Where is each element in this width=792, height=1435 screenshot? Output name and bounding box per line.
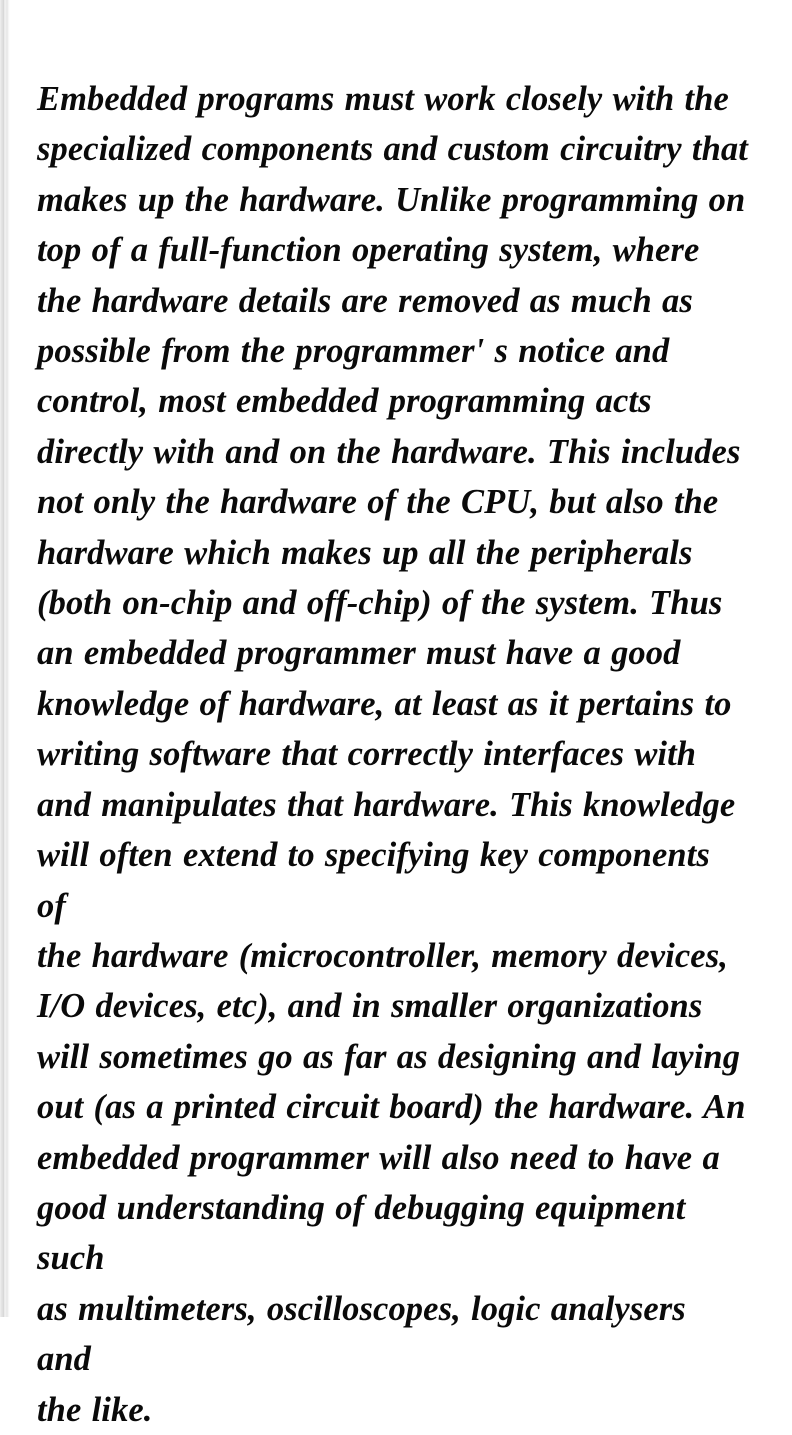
document-page: Embedded programs must work closely with… (0, 0, 792, 1429)
page-left-edge-shading (0, 0, 10, 1317)
body-paragraph: Embedded programs must work closely with… (37, 80, 748, 1429)
